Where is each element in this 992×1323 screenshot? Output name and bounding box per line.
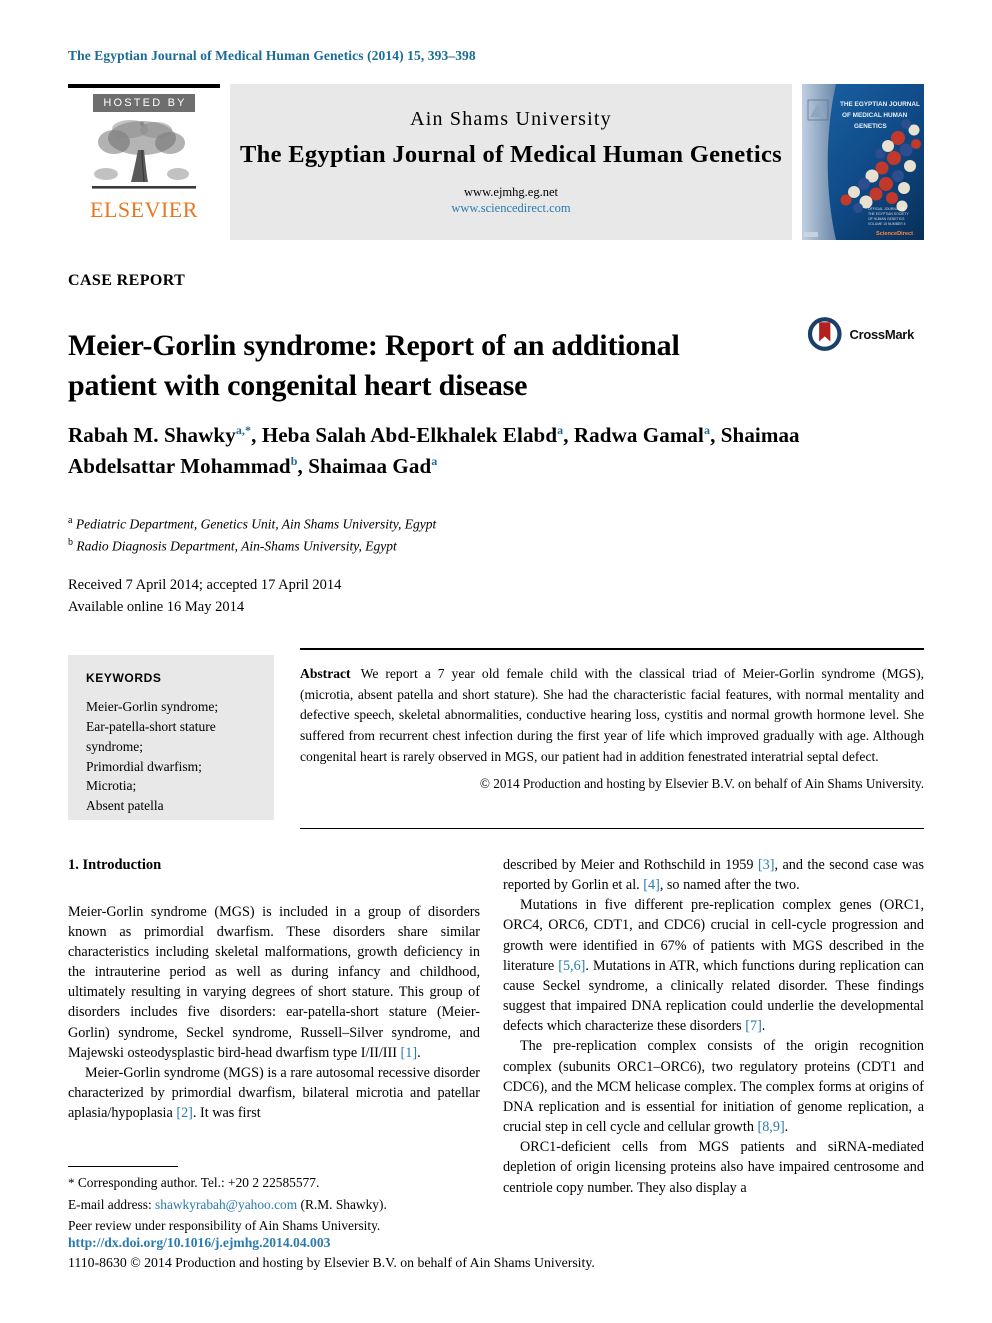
svg-text:OF HUMAN GENETICS: OF HUMAN GENETICS (868, 217, 905, 221)
svg-text:THE EGYPTIAN JOURNAL: THE EGYPTIAN JOURNAL (840, 101, 920, 108)
footnote-divider (68, 1166, 178, 1167)
elsevier-wordmark: ELSEVIER (90, 197, 198, 222)
paragraph: The pre-replication complex consists of … (503, 1036, 924, 1137)
svg-text:VOLUME 15 NUMBER 4: VOLUME 15 NUMBER 4 (868, 222, 906, 226)
paragraph-text: Meier-Gorlin syndrome (MGS) is included … (68, 903, 480, 1061)
affiliation-mark: b (68, 537, 73, 549)
author-mark: a (703, 423, 711, 437)
keyword-item: Meier-Gorlin syndrome; (86, 699, 219, 714)
article-type-label: CASE REPORT (68, 272, 186, 289)
paragraph-text: The pre-replication complex consists of … (503, 1038, 924, 1136)
keywords-heading: KEYWORDS (86, 671, 162, 685)
keywords-panel: KEYWORDS Meier-Gorlin syndrome; Ear-pate… (68, 655, 274, 820)
page-title: Meier-Gorlin syndrome: Report of an addi… (68, 329, 680, 402)
keyword-item: Absent patella (86, 798, 164, 814)
email-label: E-mail address: (68, 1196, 152, 1212)
abstract-rule-bottom (300, 828, 924, 829)
corresponding-author-note: * Corresponding author. Tel.: +20 2 2258… (68, 1172, 498, 1194)
author-name: Radwa Gamal (573, 423, 704, 447)
reference-link[interactable]: [4] (643, 877, 660, 893)
abstract-paragraph: Abstract We report a 7 year old female ch… (300, 664, 924, 767)
section-heading: 1. Introduction (68, 857, 162, 873)
email-note: E-mail address: shawkyrabah@yahoo.com (R… (68, 1194, 498, 1216)
email-link[interactable]: shawkyrabah@yahoo.com (155, 1197, 297, 1212)
paper-page: The Egyptian Journal of Medical Human Ge… (0, 0, 992, 1323)
running-head: The Egyptian Journal of Medical Human Ge… (68, 48, 476, 63)
journal-title-block: Ain Shams University The Egyptian Journa… (230, 84, 792, 240)
reference-link[interactable]: [2] (176, 1105, 193, 1121)
affiliation-text: Pediatric Department, Genetics Unit, Ain… (75, 516, 437, 532)
affiliation-mark: a (68, 515, 73, 526)
crossmark-label: CrossMark (849, 326, 915, 342)
author-list: Rabah M. Shawkya,*, Heba Salah Abd-Elkha… (68, 423, 800, 479)
reference-link[interactable]: [5,6] (558, 958, 585, 974)
university-name: Ain Shams University (410, 107, 612, 130)
author-mark: a (557, 423, 564, 437)
journal-masthead: HOSTED BY ELSEVIER Ain Shams University … (68, 84, 924, 240)
paragraph: Mutations in five different pre-replicat… (503, 895, 924, 1036)
reference-link[interactable]: [1] (401, 1045, 418, 1061)
corresponding-author-text: Corresponding author. Tel.: +20 2 225855… (77, 1175, 320, 1190)
paragraph: described by Meier and Rothschild in 195… (503, 855, 924, 895)
paragraph-text: . It was first (192, 1105, 261, 1122)
abstract-copyright: © 2014 Production and hosting by Elsevie… (479, 776, 924, 792)
reference-link[interactable]: [8,9] (757, 1119, 784, 1135)
abstract-panel: Abstract We report a 7 year old female ch… (300, 664, 924, 794)
svg-text:OF MEDICAL HUMAN: OF MEDICAL HUMAN (842, 112, 908, 119)
abstract-text: We report a 7 year old female child with… (300, 666, 924, 764)
reference-link[interactable]: [7] (745, 1018, 762, 1034)
article-dates: Received 7 April 2014; accepted 17 April… (68, 575, 341, 619)
author-name: Shaimaa Gad (308, 454, 432, 479)
paragraph: Meier-Gorlin syndrome (MGS) is included … (68, 903, 480, 1061)
affiliation-list: a Pediatric Department, Genetics Unit, A… (68, 513, 668, 558)
svg-text:THE EGYPTIAN SOCIETY: THE EGYPTIAN SOCIETY (868, 212, 909, 216)
doi-link[interactable]: http://dx.doi.org/10.1016/j.ejmhg.2014.0… (68, 1235, 330, 1251)
peer-review-note: Peer review under responsibility of Ain … (68, 1218, 381, 1234)
paragraph-text: Meier-Gorlin syndrome (MGS) is a rare au… (68, 1064, 480, 1122)
paragraph-text: . (784, 1119, 789, 1136)
affiliation-item: a Pediatric Department, Genetics Unit, A… (68, 513, 668, 535)
keyword-item: syndrome; (86, 738, 143, 754)
svg-text:GENETICS: GENETICS (854, 123, 887, 130)
author-name: Heba Salah Abd-Elkhalek Elabd (261, 423, 558, 447)
affiliation-item: b Radio Diagnosis Department, Ain-Shams … (68, 535, 668, 557)
journal-name: The Egyptian Journal of Medical Human Ge… (240, 140, 782, 168)
sciencedirect-url[interactable]: www.sciencedirect.com (451, 201, 570, 217)
keywords-list: Meier-Gorlin syndrome; Ear-patella-short… (86, 697, 260, 816)
paragraph: ORC1-deficient cells from MGS patients a… (503, 1139, 924, 1196)
available-online-date: Available online 16 May 2014 (68, 598, 245, 615)
abstract-rule-top (300, 648, 924, 650)
elsevier-tree-icon (84, 116, 204, 198)
author-name: Rabah M. Shawky (68, 423, 236, 447)
footnote-block: * Corresponding author. Tel.: +20 2 2258… (68, 1172, 498, 1237)
keyword-item: Microtia; (86, 778, 137, 794)
reference-link[interactable]: [3] (758, 857, 775, 873)
paragraph: Meier-Gorlin syndrome (MGS) is a rare au… (68, 1063, 480, 1123)
author-mark: b (290, 454, 298, 469)
footnote-star: * (68, 1175, 75, 1190)
paragraph-text: described by Meier and Rothschild in 195… (503, 857, 758, 873)
paragraph-text: , so named after the two. (659, 877, 800, 894)
svg-text:ScienceDirect: ScienceDirect (876, 231, 913, 237)
author-mark: a (431, 454, 438, 469)
keyword-item: Primordial dwarfism; (86, 758, 202, 774)
crossmark-icon (807, 317, 842, 351)
paragraph-text: . (761, 1018, 766, 1035)
svg-text:OFFICIAL JOURNAL OF: OFFICIAL JOURNAL OF (868, 207, 905, 211)
issn-copyright: 1110-8630 © 2014 Production and hosting … (68, 1255, 595, 1270)
publisher-block: HOSTED BY ELSEVIER (68, 84, 220, 240)
journal-url: www.ejmhg.eg.net (464, 184, 558, 199)
received-date: Received 7 April 2014; accepted 17 April… (68, 577, 342, 593)
hosted-by-badge: HOSTED BY (93, 94, 195, 112)
abstract-label: Abstract (300, 666, 351, 681)
journal-cover-thumbnail: THE EGYPTIAN JOURNAL OF MEDICAL HUMAN GE… (802, 84, 924, 240)
crossmark-badge[interactable]: CrossMark (806, 311, 914, 357)
body-column-right: described by Meier and Rothschild in 195… (503, 855, 924, 1198)
keyword-item: Ear-patella-short stature (86, 718, 216, 734)
affiliation-text: Radio Diagnosis Department, Ain-Shams Un… (76, 538, 397, 554)
email-owner: (R.M. Shawky). (300, 1196, 387, 1212)
body-column-left: 1. Introduction Meier-Gorlin syndrome (M… (68, 855, 480, 1123)
author-mark: a,* (235, 423, 252, 437)
